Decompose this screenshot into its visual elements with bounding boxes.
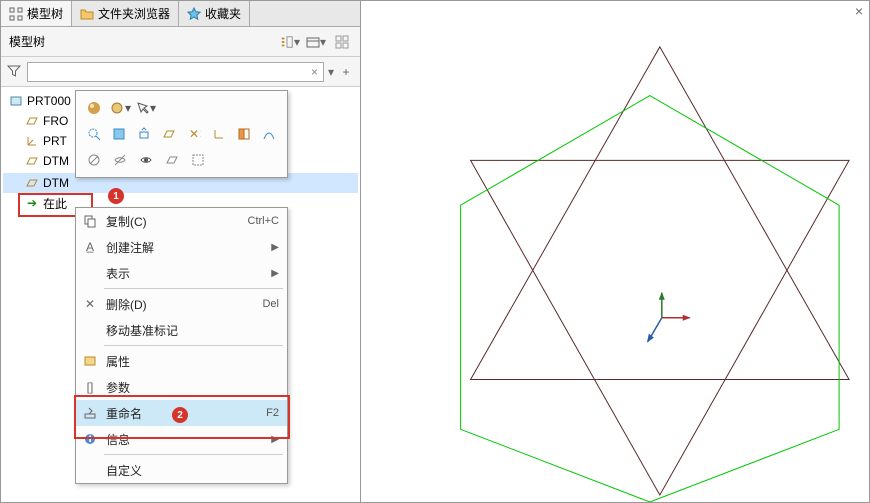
show-icon[interactable] [134, 149, 158, 171]
mini-toolbar: ▾ ▾ ✕✕ [75, 90, 288, 178]
hide-icon[interactable] [108, 149, 132, 171]
properties-icon [80, 354, 100, 368]
menu-display[interactable]: 表示 ▶ [76, 260, 287, 286]
menu-label: 创建注解 [106, 239, 265, 256]
pattern-icon[interactable]: ✕✕ [183, 123, 206, 145]
annotation-badge-2: 2 [172, 407, 188, 423]
display-mode-icon[interactable] [332, 32, 352, 52]
tree-label: DTM [43, 176, 69, 190]
tree-label: DTM [43, 154, 69, 168]
menu-info[interactable]: i 信息 ▶ [76, 426, 287, 452]
submenu-arrow-icon: ▶ [271, 434, 279, 445]
delete-icon: ✕ [80, 297, 100, 311]
folder-icon [80, 7, 94, 21]
note-icon: A̲ [80, 240, 100, 254]
section-icon[interactable] [233, 123, 256, 145]
menu-params[interactable]: [] 参数 [76, 374, 287, 400]
submenu-arrow-icon: ▶ [271, 242, 279, 253]
menu-label: 信息 [106, 431, 265, 448]
annotation-badge-1: 1 [108, 188, 124, 204]
part-icon [9, 94, 23, 108]
menu-label: 属性 [106, 353, 279, 370]
panel-title: 模型树 [9, 33, 45, 50]
search-dropdown-icon[interactable]: ▾ [328, 65, 334, 79]
suppress-icon[interactable] [82, 149, 106, 171]
menu-separator [104, 345, 283, 346]
canvas-geometry [361, 1, 869, 502]
filter-icon[interactable] [7, 64, 23, 80]
tree-label: PRT000 [27, 94, 71, 108]
menu-separator [104, 454, 283, 455]
tab-bar: 模型树 文件夹浏览器 收藏夹 [1, 1, 360, 27]
select-icon[interactable]: ▾ [134, 97, 158, 119]
menu-label: 自定义 [106, 462, 279, 479]
submenu-arrow-icon: ▶ [271, 268, 279, 279]
tree-label: PRT [43, 134, 67, 148]
menu-shortcut: Del [262, 298, 279, 310]
search-row: × ▾ + [1, 57, 360, 87]
datum-plane-icon [25, 114, 39, 128]
star-icon [187, 7, 201, 21]
insert-here-icon: ➔ [25, 196, 39, 210]
menu-label: 参数 [106, 379, 279, 396]
menu-label: 移动基准标记 [106, 322, 279, 339]
panel-header: 模型树 ▾ ▾ [1, 27, 360, 57]
axis-tool-icon[interactable] [208, 123, 231, 145]
menu-properties[interactable]: 属性 [76, 348, 287, 374]
tab-folder-browser[interactable]: 文件夹浏览器 [72, 1, 179, 26]
tab-label: 模型树 [27, 5, 63, 22]
csys-icon [25, 134, 39, 148]
menu-copy[interactable]: 复制(C) Ctrl+C [76, 208, 287, 234]
svg-text:✕✕: ✕✕ [189, 127, 201, 141]
menu-label: 复制(C) [106, 213, 242, 230]
search-input[interactable] [27, 62, 324, 82]
menu-label: 表示 [106, 265, 265, 282]
context-menu: 复制(C) Ctrl+C A̲ 创建注解 ▶ 表示 ▶ ✕ 删除(D) Del … [75, 207, 288, 484]
rename-icon [80, 406, 100, 420]
menu-create-note[interactable]: A̲ 创建注解 ▶ [76, 234, 287, 260]
add-filter-icon[interactable]: + [338, 64, 354, 80]
tree-label: FRO [43, 114, 68, 128]
edit-def-icon[interactable] [107, 123, 130, 145]
sketch-icon[interactable] [258, 123, 281, 145]
menu-separator [104, 288, 283, 289]
clear-search-icon[interactable]: × [311, 65, 318, 79]
appearance-icon[interactable] [82, 97, 106, 119]
zoom-selected-icon[interactable] [82, 123, 105, 145]
menu-shortcut: F2 [266, 407, 279, 419]
menu-customize[interactable]: 自定义 [76, 457, 287, 483]
tree-icon [9, 7, 23, 21]
graphics-area[interactable]: × Y X Z PRT_CSYS_DEF [361, 1, 869, 502]
menu-shortcut: Ctrl+C [248, 215, 279, 227]
tab-favorites[interactable]: 收藏夹 [179, 1, 250, 26]
datum-plane-icon [25, 176, 39, 190]
datum-plane-icon [25, 154, 39, 168]
menu-label: 删除(D) [106, 296, 256, 313]
tab-label: 文件夹浏览器 [98, 5, 170, 22]
datum-display-icon[interactable] [160, 149, 184, 171]
material-icon[interactable]: ▾ [108, 97, 132, 119]
tree-label: 在此 [43, 195, 67, 212]
menu-delete[interactable]: ✕ 删除(D) Del [76, 291, 287, 317]
show-tool-icon[interactable]: ▾ [306, 32, 326, 52]
select-region-icon[interactable] [186, 149, 210, 171]
tab-label: 收藏夹 [205, 5, 241, 22]
svg-text:i: i [89, 432, 92, 445]
params-icon: [] [80, 380, 100, 394]
copy-icon [80, 214, 100, 228]
menu-move-datum[interactable]: 移动基准标记 [76, 317, 287, 343]
info-icon: i [80, 432, 100, 446]
datum-plane-tool-icon[interactable] [157, 123, 180, 145]
tab-model-tree[interactable]: 模型树 [1, 1, 72, 26]
edit-ref-icon[interactable] [132, 123, 155, 145]
settings-tool-icon[interactable]: ▾ [280, 32, 300, 52]
